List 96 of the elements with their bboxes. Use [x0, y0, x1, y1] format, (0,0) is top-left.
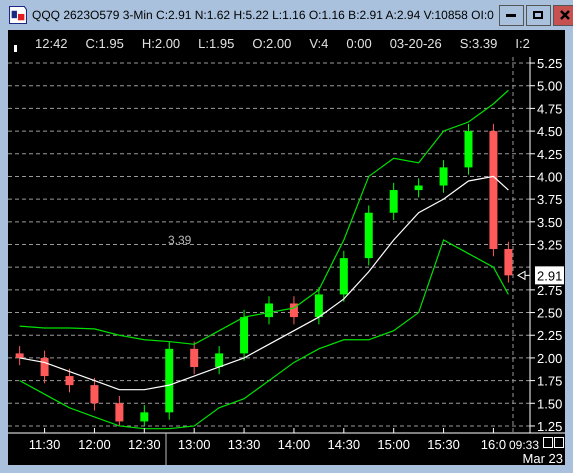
price-annotation: 3.39 [168, 233, 192, 247]
y-tick-label: 4.75 [537, 101, 562, 116]
time-label: 13:30 [228, 428, 260, 452]
candle [66, 368, 74, 393]
time-label: 12:30 [128, 428, 161, 452]
info-value: S:3.39 [460, 34, 498, 53]
y-tick-label: 2.50 [537, 306, 562, 321]
close-button[interactable] [552, 4, 573, 26]
candle [364, 204, 373, 266]
candle [290, 296, 298, 325]
y-tick-label: 1.50 [530, 396, 562, 412]
candle [215, 346, 224, 375]
y-tick-label: 4.50 [530, 124, 562, 140]
y-tick-label: 4.00 [530, 169, 562, 184]
y-tick-label: 1.25 [530, 418, 562, 434]
info-value: I:2 [515, 34, 530, 53]
candle [504, 241, 512, 284]
info-value: 12:42 [35, 34, 68, 53]
x-tick-label: 11:30 [28, 437, 60, 452]
y-tick-label: 3.25 [537, 238, 562, 252]
y-tick-label: 4.50 [537, 124, 562, 140]
y-tick-label: 2.75 [530, 282, 562, 298]
maximize-icon [533, 11, 544, 19]
y-tick-label: 1.75 [530, 374, 562, 389]
y-tick-label: 3.25 [530, 238, 562, 252]
time-label: 13:00 [178, 428, 210, 452]
y-tick-label: 5.25 [530, 57, 562, 72]
cursor-time: 09:33 [509, 438, 540, 452]
candle [190, 341, 198, 375]
info-value: O:2.00 [252, 34, 292, 53]
y-tick-label: 2.25 [537, 328, 562, 344]
y-tick-label: 3.50 [530, 214, 562, 230]
time-label: 15:30 [427, 428, 460, 452]
candle [40, 350, 49, 384]
candle [115, 396, 124, 426]
time-label: 15:00 [377, 428, 410, 452]
y-tick-label: 2.25 [530, 328, 562, 344]
y-tick-label: 4.00 [537, 169, 562, 184]
time-label: 16:0 [480, 428, 506, 452]
marker-icon [14, 45, 17, 52]
y-tick-label: 2.50 [530, 306, 562, 321]
y-tick-label: 1.50 [537, 396, 562, 412]
minimize-button[interactable] [498, 4, 524, 26]
info-value: 0:00 [346, 34, 372, 53]
x-tick-label: 12:30 [128, 437, 161, 452]
candle [265, 296, 273, 325]
y-tick-label: 4.75 [530, 101, 562, 116]
y-tick-label: 2.00 [537, 350, 562, 366]
y-tick-label: 4.25 [530, 146, 562, 162]
x-tick-label: 16:0 [480, 437, 506, 452]
y-tick-label: 5.00 [530, 78, 562, 94]
x-tick-label: 14:30 [328, 437, 360, 452]
x-tick-label: 15:30 [427, 437, 460, 452]
x-tick-label: 15:00 [377, 437, 410, 452]
time-label: 14:30 [328, 428, 360, 452]
cursor-date: Mar 23 [522, 451, 563, 465]
maximize-button[interactable] [526, 4, 551, 26]
x-tick-label: 13:00 [178, 437, 210, 452]
app-icon [9, 6, 27, 24]
close-icon [560, 10, 570, 20]
last-price-label: 2.91 [535, 266, 564, 284]
y-tick-label: 5.00 [537, 78, 562, 94]
candle [440, 160, 448, 194]
y-tick-label: 4.25 [537, 146, 562, 162]
info-value: V:4 [309, 34, 328, 53]
x-tick-label: 12:00 [78, 437, 111, 452]
y-tick-label: 1.75 [537, 374, 562, 389]
candle [140, 404, 148, 426]
y-tick-label: 5.25 [537, 56, 562, 72]
candle [340, 250, 348, 302]
candle [414, 178, 423, 198]
y-tick-label: 1.25 [537, 418, 562, 434]
y-tick-label: 2.75 [537, 282, 562, 298]
candle [464, 123, 472, 176]
x-tick-label: 14:00 [278, 437, 310, 452]
y-tick-label: 3.75 [537, 192, 562, 208]
info-value: L:1.95 [198, 34, 234, 53]
info-value: H:2.00 [142, 34, 180, 53]
x-tick-label: 13:30 [228, 437, 260, 452]
info-value: 03-20-26 [390, 34, 442, 53]
small-square-button[interactable] [554, 437, 564, 448]
small-square-button[interactable] [543, 437, 553, 448]
time-label: 14:00 [278, 428, 310, 452]
window-title: QQQ 2623O579 3-Min C:2.91 N:1.62 H:5.22 L:1.16 O:1.16 B:2.91 A:2.94 V:10858 OI:0 [32, 7, 494, 24]
y-tick-label: 3.50 [537, 214, 562, 230]
minimize-icon [506, 14, 516, 16]
candle [390, 182, 398, 220]
candle [314, 286, 323, 325]
time-label: 12:00 [78, 428, 111, 452]
candle [90, 377, 98, 412]
info-value: C:1.95 [86, 34, 124, 53]
y-tick-label: 3.75 [530, 192, 562, 208]
candle [16, 346, 24, 366]
y-tick-label: 2.00 [530, 350, 562, 366]
candle [240, 309, 248, 362]
time-label: 11:30 [28, 428, 60, 452]
